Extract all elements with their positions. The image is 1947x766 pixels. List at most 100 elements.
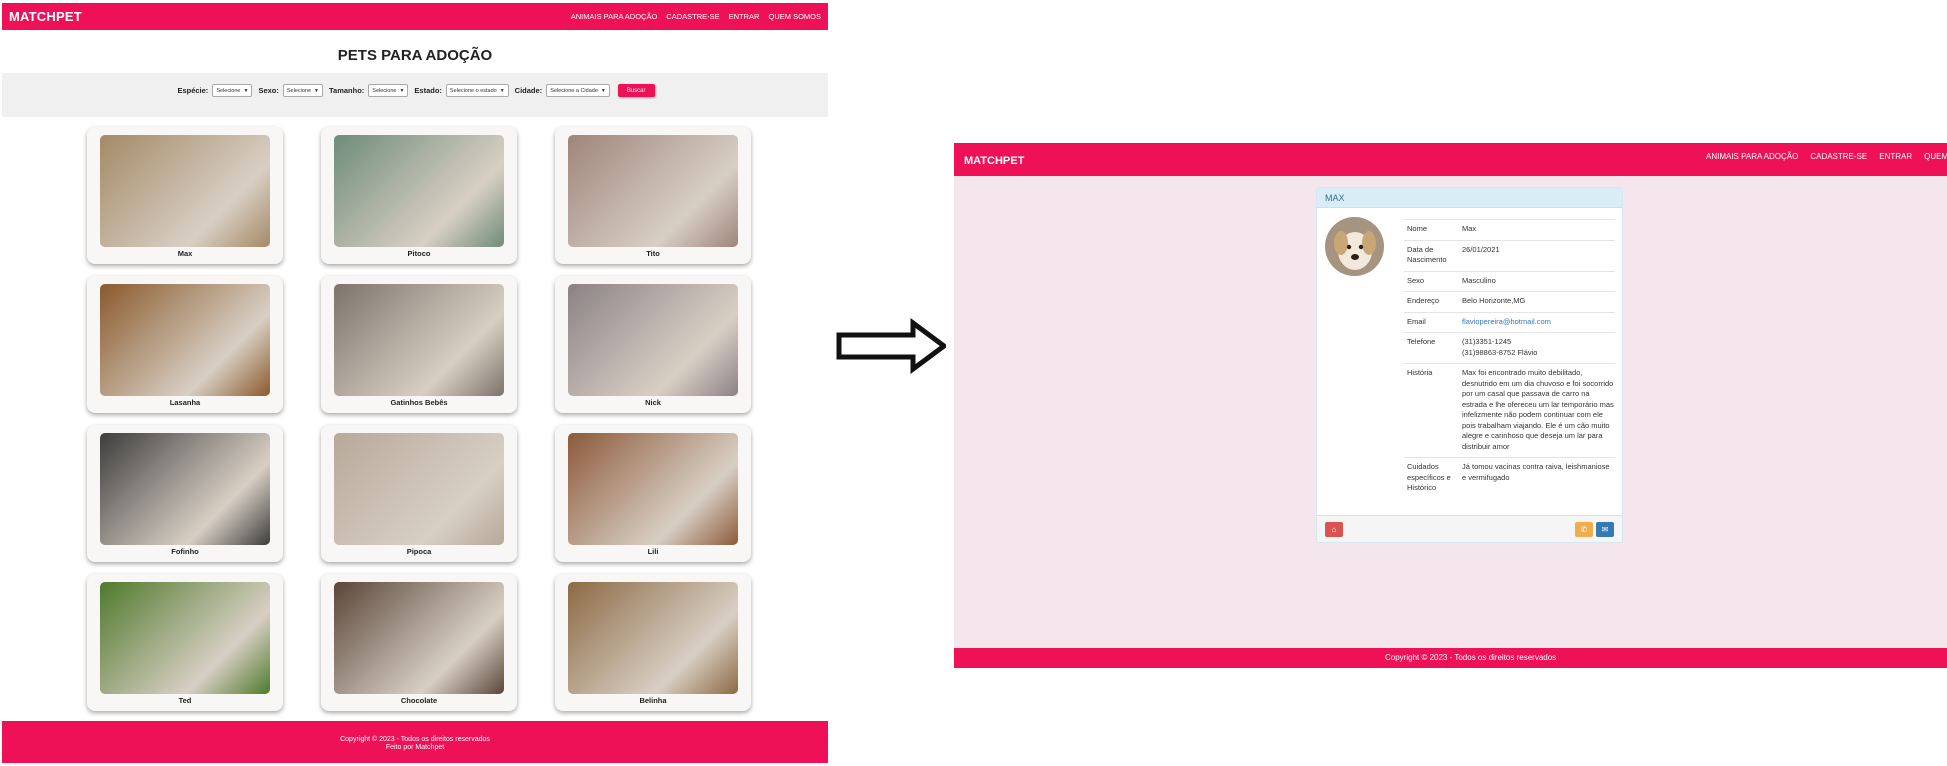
species-select[interactable]: Selecione ▼: [212, 84, 253, 97]
pet-photo[interactable]: [568, 433, 738, 545]
pet-photo[interactable]: [334, 284, 504, 396]
chevron-down-icon: ▼: [499, 87, 505, 94]
nav-login[interactable]: ENTRAR: [729, 12, 760, 21]
info-key: Nome: [1407, 224, 1428, 233]
info-row: Telefone (31)3351-1245 (31)98863-8752 Flá…: [1404, 333, 1615, 364]
pet-name: Ted: [178, 696, 192, 705]
pet-card[interactable]: Belinha: [555, 574, 751, 711]
pet-info-table: Nome Max Data de Nascimento 26/01/2021 Sexo M…: [1404, 219, 1615, 499]
arrow-right-icon: [836, 318, 946, 374]
pet-detail-page: MATCHPET ANIMAIS PARA ADOÇÃO CADASTRE-SE…: [954, 143, 1947, 668]
nav-register[interactable]: CADASTRE-SE: [1810, 152, 1867, 161]
info-key: Data de Nascimento: [1407, 244, 1447, 265]
pet-name: Chocolate: [400, 696, 438, 705]
pet-photo[interactable]: [568, 582, 738, 694]
size-label: Tamanho:: [329, 86, 365, 95]
info-row: Email flaviopereira@hotmail.com: [1404, 313, 1615, 333]
city-select[interactable]: Selecione a Cidade ▼: [546, 84, 610, 97]
info-row: História Max foi encontrado muito debilit…: [1404, 364, 1615, 458]
info-row: Cuidados específicos e Histórico Já tomou…: [1404, 458, 1615, 499]
nav-links: ANIMAIS PARA ADOÇÃO CADASTRE-SE ENTRAR Q…: [1706, 152, 1947, 161]
pet-name: Max: [177, 249, 193, 258]
info-row: Sexo Masculino: [1404, 272, 1615, 292]
nav-adoption[interactable]: ANIMAIS PARA ADOÇÃO: [571, 12, 658, 21]
navbar: MATCHPET ANIMAIS PARA ADOÇÃO CADASTRE-SE…: [2, 3, 828, 30]
pet-card[interactable]: Chocolate: [321, 574, 517, 711]
footer-copyright: Copyright © 2023 - Todos os direitos res…: [1385, 653, 1557, 662]
nav-links: ANIMAIS PARA ADOÇÃO CADASTRE-SE ENTRAR Q…: [571, 12, 821, 21]
footer-credit: Feito por Matchpet: [385, 744, 445, 751]
footer: Copyright © 2023 - Todos os direitos res…: [2, 721, 828, 763]
filter-bar: Espécie: Selecione ▼ Sexo: Selecione ▼ Tam…: [2, 73, 828, 117]
pet-card[interactable]: Pipoca: [321, 425, 517, 562]
panel-title: MAX: [1317, 188, 1622, 208]
phone-button[interactable]: ✆: [1575, 522, 1593, 537]
phone-icon: ✆: [1580, 525, 1588, 534]
species-label: Espécie:: [177, 86, 209, 95]
panel-footer: ⌂ ✆ ✉: [1317, 515, 1622, 542]
pet-name: Gatinhos Bebês: [390, 398, 448, 407]
pet-card[interactable]: Max: [87, 127, 283, 264]
pet-photo[interactable]: [100, 135, 270, 247]
chevron-down-icon: ▼: [399, 87, 405, 94]
info-row: Nome Max: [1404, 220, 1615, 241]
pet-avatar: [1325, 217, 1384, 276]
pet-name: Fofinho: [171, 547, 199, 556]
sex-select[interactable]: Selecione ▼: [282, 84, 323, 97]
footer: Copyright © 2023 - Todos os direitos res…: [954, 648, 1947, 668]
info-value: (31)3351-1245 (31)98863-8752 Flávio: [1462, 337, 1538, 357]
pet-name: Belinha: [639, 696, 667, 705]
nav-about[interactable]: QUEM SOMOS: [1924, 152, 1947, 161]
footer-copyright: Copyright © 2023 - Todos os direitos res…: [340, 736, 490, 743]
info-row: Endereço Belo Horizonte,MG: [1404, 292, 1615, 313]
info-key: Email: [1407, 316, 1426, 326]
pet-photo[interactable]: [334, 582, 504, 694]
pet-photo[interactable]: [568, 135, 738, 247]
pet-photo[interactable]: [568, 284, 738, 396]
info-value: Masculino: [1462, 275, 1496, 285]
pet-card[interactable]: Fofinho: [87, 425, 283, 562]
pet-card[interactable]: Tito: [555, 127, 751, 264]
pet-name: Pipoca: [406, 547, 432, 556]
pet-card[interactable]: Gatinhos Bebês: [321, 276, 517, 413]
home-icon: ⌂: [1331, 525, 1337, 534]
envelope-icon: ✉: [1601, 525, 1609, 534]
pet-photo[interactable]: [100, 284, 270, 396]
city-label: Cidade:: [514, 86, 543, 95]
chevron-down-icon: ▼: [243, 87, 249, 94]
sex-label: Sexo:: [258, 86, 279, 95]
email-link[interactable]: flaviopereira@hotmail.com: [1462, 317, 1615, 328]
nav-register[interactable]: CADASTRE-SE: [666, 12, 719, 21]
pet-list-page: MATCHPET ANIMAIS PARA ADOÇÃO CADASTRE-SE…: [2, 3, 828, 763]
pet-photo[interactable]: [100, 582, 270, 694]
info-value: 26/01/2021: [1462, 244, 1500, 254]
pet-card[interactable]: Pitoco: [321, 127, 517, 264]
chevron-down-icon: ▼: [600, 87, 606, 94]
state-select[interactable]: Selecione o estado ▼: [445, 84, 509, 97]
pet-card[interactable]: Lili: [555, 425, 751, 562]
email-button[interactable]: ✉: [1596, 522, 1614, 537]
pet-name: Nick: [645, 398, 661, 407]
pet-grid: Max Pitoco Tito Lasanha Gatinhos Bebês Nick Fo…: [87, 127, 754, 711]
pet-name: Pitoco: [407, 249, 431, 258]
search-button[interactable]: Buscar: [617, 84, 655, 97]
nav-login[interactable]: ENTRAR: [1879, 152, 1912, 161]
info-value: Max foi encontrado muito debilitado, des…: [1462, 368, 1614, 451]
brand-logo[interactable]: MATCHPET: [964, 155, 1024, 167]
info-key: Telefone: [1407, 337, 1436, 346]
size-select[interactable]: Selecione ▼: [368, 84, 409, 97]
pet-card[interactable]: Lasanha: [87, 276, 283, 413]
brand-logo[interactable]: MATCHPET: [9, 9, 82, 24]
nav-adoption[interactable]: ANIMAIS PARA ADOÇÃO: [1706, 152, 1798, 161]
page-title: PETS PARA ADOÇÃO: [337, 47, 493, 64]
pet-photo[interactable]: [334, 135, 504, 247]
nav-about[interactable]: QUEM SOMOS: [768, 12, 821, 21]
chevron-down-icon: ▼: [314, 87, 319, 94]
pet-photo[interactable]: [334, 433, 504, 545]
pet-name: Lili: [647, 547, 659, 556]
pet-card[interactable]: Nick: [555, 276, 751, 413]
pet-card[interactable]: Ted: [87, 574, 283, 711]
info-key: Sexo: [1407, 275, 1425, 285]
pet-photo[interactable]: [100, 433, 270, 545]
home-button[interactable]: ⌂: [1325, 522, 1343, 537]
